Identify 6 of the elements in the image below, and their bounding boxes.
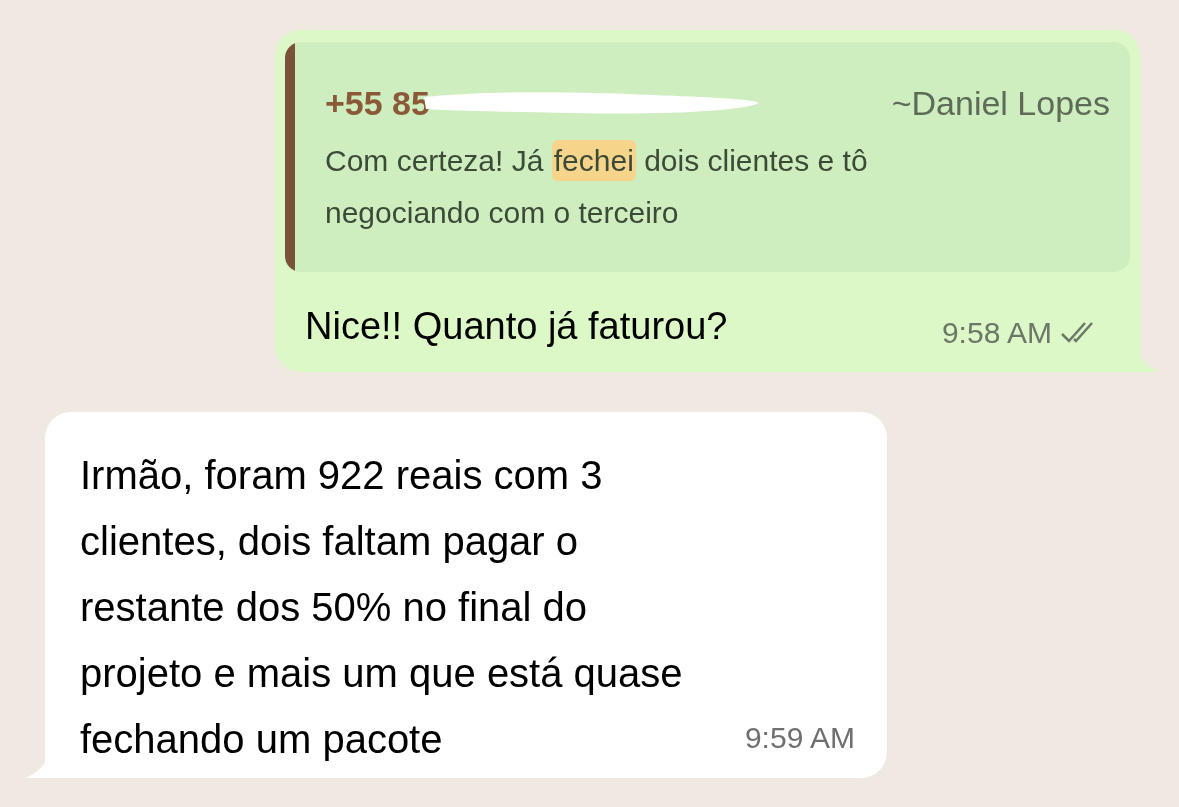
quoted-text: Com certeza! Já fechei dois clientes e tô negociando com o terceiro [325, 135, 1110, 239]
message-time: 9:58 AM [941, 315, 1052, 351]
sender-name: ~Daniel Lopes [891, 83, 1110, 124]
message-time: 9:59 AM [744, 720, 855, 756]
message-text: Irmão, foram 922 reais com 3 clientes, dois faltam pagar o restante dos 50% no final do projeto e mais um que está quase fechando um pacote [80, 452, 683, 763]
message-text: Nice!! Quanto já faturou? [305, 304, 728, 349]
